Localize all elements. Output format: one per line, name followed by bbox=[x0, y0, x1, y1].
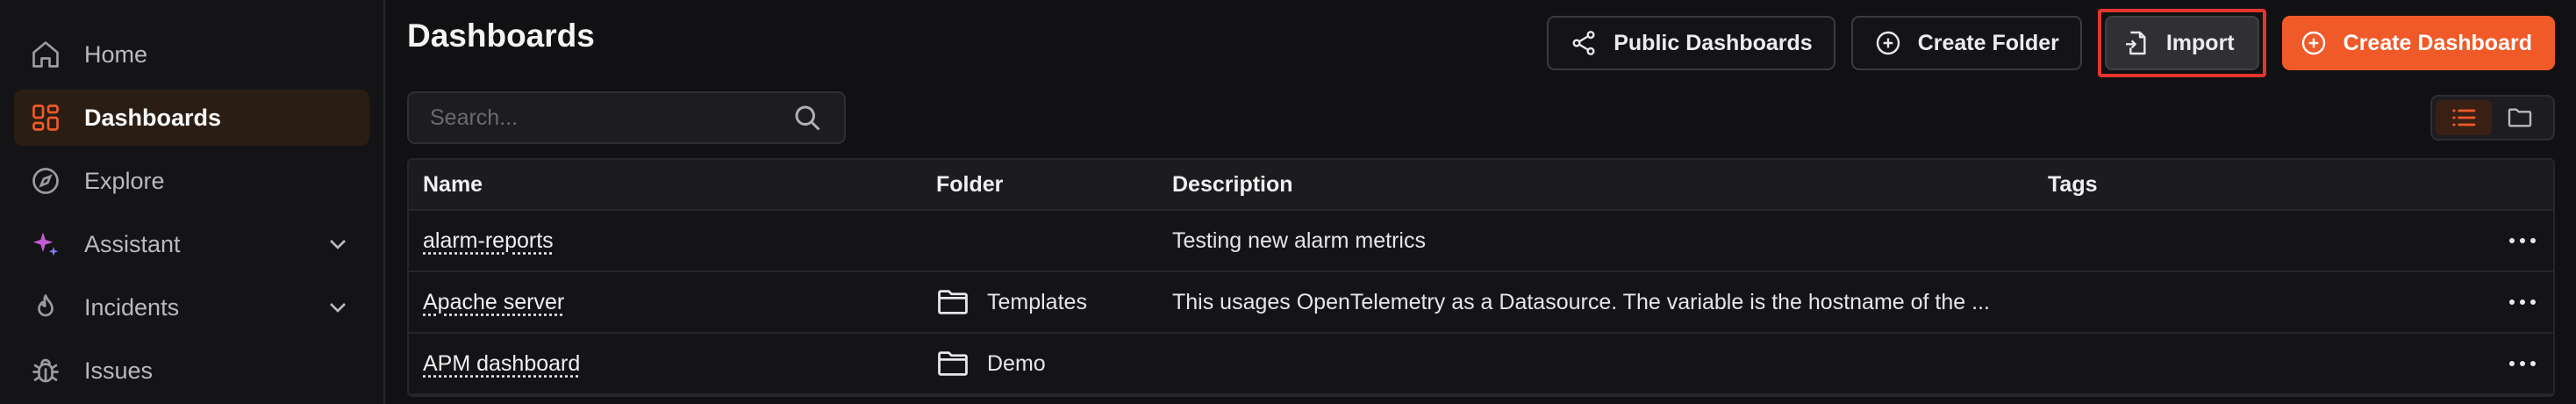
button-label: Create Dashboard bbox=[2343, 30, 2532, 55]
sidebar-item-incidents[interactable]: Incidents bbox=[14, 279, 369, 335]
flame-icon bbox=[30, 292, 61, 323]
plus-circle-icon bbox=[1876, 31, 1900, 55]
folder-icon bbox=[2508, 108, 2532, 127]
sidebar-item-issues[interactable]: Issues bbox=[14, 343, 369, 399]
column-header-name[interactable]: Name bbox=[409, 172, 936, 198]
more-options-icon[interactable] bbox=[2508, 237, 2537, 244]
public-dashboards-button[interactable]: Public Dashboards bbox=[1547, 16, 1835, 70]
column-header-folder[interactable]: Folder bbox=[936, 172, 1172, 198]
more-options-icon[interactable] bbox=[2508, 360, 2537, 367]
sidebar-item-label: Incidents bbox=[84, 293, 180, 321]
sidebar-item-label: Explore bbox=[84, 167, 165, 194]
dashboards-table: Name Folder Description Tags alarm-repor… bbox=[407, 158, 2555, 397]
column-header-description[interactable]: Description bbox=[1172, 172, 2048, 198]
sidebar: Home Dashboards Explore Assistant Incide… bbox=[0, 0, 385, 404]
list-icon bbox=[2452, 109, 2476, 126]
sidebar-item-explore[interactable]: Explore bbox=[14, 153, 369, 209]
search-icon[interactable] bbox=[791, 102, 823, 133]
more-options-icon[interactable] bbox=[2508, 299, 2537, 306]
list-view-button[interactable] bbox=[2436, 100, 2492, 135]
sidebar-item-label: Dashboards bbox=[84, 104, 222, 131]
button-label: Import bbox=[2165, 30, 2235, 55]
compass-icon bbox=[30, 165, 61, 197]
folder-cell[interactable]: Templates bbox=[936, 287, 1172, 317]
folder-view-button[interactable] bbox=[2492, 100, 2548, 135]
description-cell: This usages OpenTelemetry as a Datasourc… bbox=[1172, 289, 1990, 314]
sidebar-item-dashboards[interactable]: Dashboards bbox=[14, 90, 369, 146]
dashboard-name-link[interactable]: Apache server bbox=[423, 290, 564, 314]
chevron-down-icon[interactable] bbox=[324, 230, 352, 258]
search-input[interactable] bbox=[430, 105, 791, 131]
header-actions: Public Dashboards Create Folder Import C… bbox=[1547, 9, 2555, 77]
sidebar-item-assistant[interactable]: Assistant bbox=[14, 216, 369, 272]
column-header-tags[interactable]: Tags bbox=[2048, 172, 2492, 198]
search-box bbox=[407, 91, 846, 144]
folder-cell[interactable]: Demo bbox=[936, 349, 1172, 379]
dashboard-name-link[interactable]: alarm-reports bbox=[423, 228, 554, 253]
import-highlight: Import bbox=[2097, 9, 2266, 77]
folder-icon bbox=[938, 290, 968, 314]
button-label: Public Dashboards bbox=[1614, 30, 1813, 55]
share-icon bbox=[1572, 31, 1595, 55]
sparkle-icon bbox=[30, 228, 61, 260]
sidebar-item-label: Assistant bbox=[84, 230, 181, 257]
view-toggle bbox=[2430, 95, 2555, 141]
sidebar-item-home[interactable]: Home bbox=[14, 26, 369, 83]
create-folder-button[interactable]: Create Folder bbox=[1850, 16, 2082, 70]
table-row[interactable]: Apache server Templates This usages Open… bbox=[409, 272, 2553, 334]
page-title: Dashboards bbox=[407, 18, 595, 54]
sidebar-item-label: Issues bbox=[84, 357, 154, 384]
plus-circle-icon bbox=[2301, 31, 2325, 55]
create-dashboard-button[interactable]: Create Dashboard bbox=[2281, 16, 2555, 70]
sidebar-item-label: Home bbox=[84, 40, 148, 68]
dashboards-icon bbox=[30, 102, 61, 133]
bug-icon bbox=[30, 355, 61, 386]
table-row[interactable]: APM dashboard Demo bbox=[409, 334, 2553, 395]
table-row[interactable]: alarm-reports Testing new alarm metrics bbox=[409, 211, 2553, 272]
folder-name: Demo bbox=[987, 350, 1046, 376]
folder-icon bbox=[938, 351, 968, 376]
chevron-down-icon[interactable] bbox=[324, 293, 352, 321]
description-cell: Testing new alarm metrics bbox=[1172, 227, 1426, 253]
file-import-icon bbox=[2125, 31, 2146, 55]
dashboard-name-link[interactable]: APM dashboard bbox=[423, 351, 580, 376]
table-header: Name Folder Description Tags bbox=[409, 160, 2553, 211]
folder-name: Templates bbox=[987, 289, 1087, 314]
main-content: Dashboards Public Dashboards Create Fold… bbox=[385, 0, 2576, 404]
home-icon bbox=[30, 39, 61, 70]
import-button[interactable]: Import bbox=[2104, 16, 2259, 70]
button-label: Create Folder bbox=[1917, 30, 2059, 55]
